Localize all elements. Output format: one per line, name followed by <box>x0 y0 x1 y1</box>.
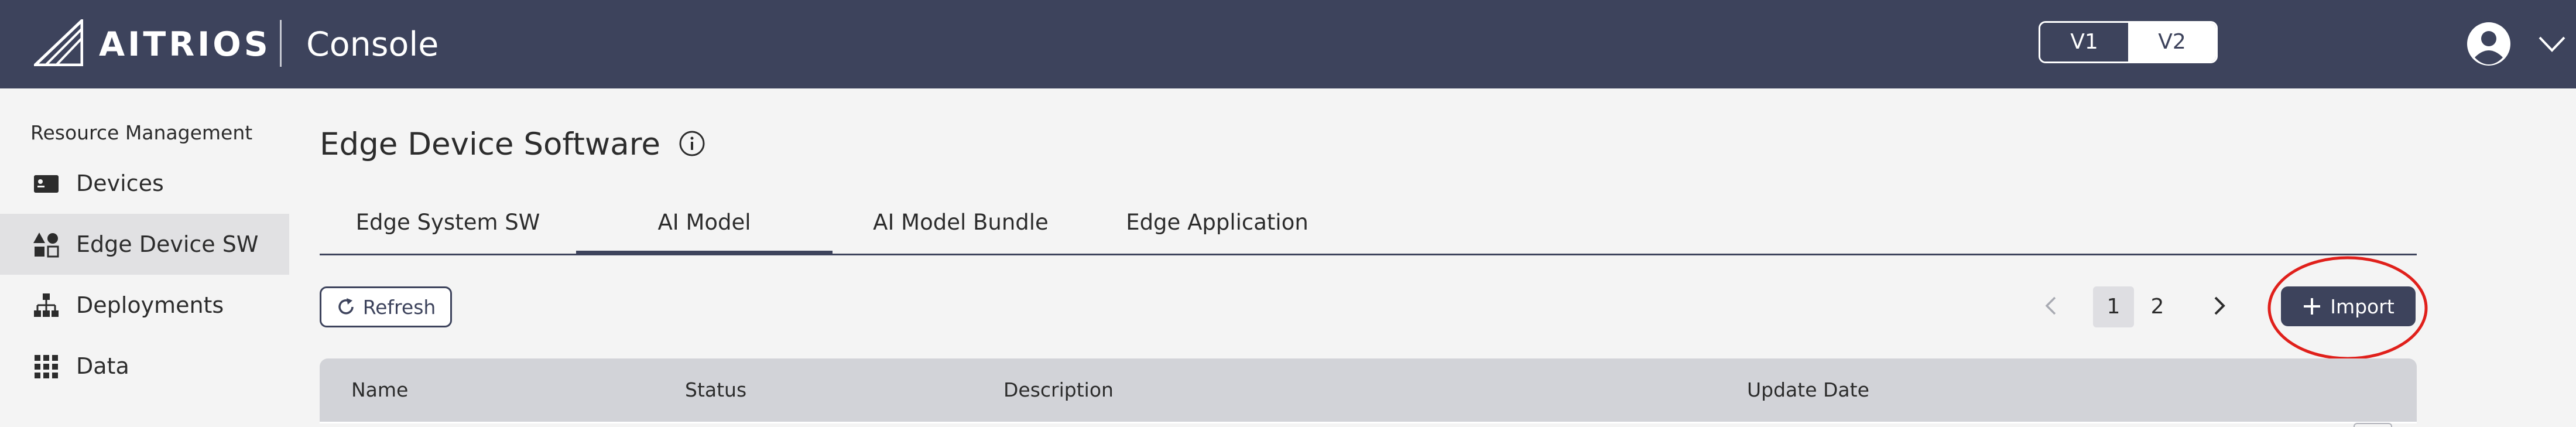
row-action-button[interactable] <box>2354 423 2392 427</box>
column-header-name[interactable]: Name <box>351 358 408 422</box>
grid-icon <box>35 355 58 378</box>
aitrios-logo-icon <box>34 19 83 66</box>
column-header-description[interactable]: Description <box>1003 358 1114 422</box>
brand-name: AITRIOS <box>99 25 271 64</box>
sidebar-item-label: Deployments <box>76 292 224 318</box>
page-1-button[interactable]: 1 <box>2093 286 2134 327</box>
refresh-button[interactable]: Refresh <box>320 286 452 327</box>
tab-label: AI Model Bundle <box>873 210 1049 235</box>
page-2-button[interactable]: 2 <box>2137 286 2178 327</box>
column-header-update-date[interactable]: Update Date <box>1747 358 1869 422</box>
info-icon[interactable] <box>679 130 705 157</box>
tab-bar-divider <box>320 254 2417 255</box>
shapes-icon <box>33 233 59 258</box>
version-v2-button[interactable]: V2 <box>2128 23 2216 62</box>
brand-divider <box>280 20 282 67</box>
page-title: Edge Device Software <box>320 127 660 162</box>
table-header-divider <box>320 422 2417 423</box>
sidebar-heading: Resource Management <box>30 121 253 144</box>
refresh-label: Refresh <box>362 295 436 319</box>
tab-edge-application[interactable]: Edge Application <box>1089 199 1345 255</box>
sidebar-item-devices[interactable]: Devices <box>0 153 289 214</box>
version-v1-button[interactable]: V1 <box>2040 23 2128 62</box>
version-toggle: V1 V2 <box>2039 21 2218 63</box>
product-name: Console <box>306 25 439 64</box>
sidebar: Resource Management Devices Edge Device … <box>0 88 289 427</box>
sidebar-item-data[interactable]: Data <box>0 336 289 397</box>
sidebar-item-deployments[interactable]: Deployments <box>0 275 289 336</box>
user-avatar-icon[interactable] <box>2466 21 2512 67</box>
tab-bar: Edge System SW AI Model AI Model Bundle … <box>320 199 2417 255</box>
tab-edge-system-sw[interactable]: Edge System SW <box>320 199 576 255</box>
top-bar: AITRIOS Console V1 V2 <box>0 0 2576 88</box>
highlight-circle-annotation <box>2267 256 2428 360</box>
hierarchy-icon <box>34 293 59 317</box>
sidebar-item-label: Data <box>76 353 129 379</box>
tab-ai-model[interactable]: AI Model <box>576 199 833 255</box>
sidebar-item-label: Devices <box>76 170 164 196</box>
chevron-left-icon[interactable] <box>2041 294 2062 317</box>
tab-ai-model-bundle[interactable]: AI Model Bundle <box>833 199 1089 255</box>
sidebar-item-edge-device-sw[interactable]: Edge Device SW <box>0 214 289 275</box>
refresh-icon <box>338 298 354 315</box>
device-card-icon <box>34 175 59 193</box>
tab-label: Edge Application <box>1126 210 1308 235</box>
sidebar-item-label: Edge Device SW <box>76 231 259 257</box>
chevron-down-icon[interactable] <box>2537 34 2567 54</box>
table-header: Name Status Description Update Date <box>320 358 2417 422</box>
tab-label: AI Model <box>657 210 751 235</box>
chevron-right-icon[interactable] <box>2208 294 2229 317</box>
tab-label: Edge System SW <box>355 210 540 235</box>
column-header-status[interactable]: Status <box>685 358 746 422</box>
